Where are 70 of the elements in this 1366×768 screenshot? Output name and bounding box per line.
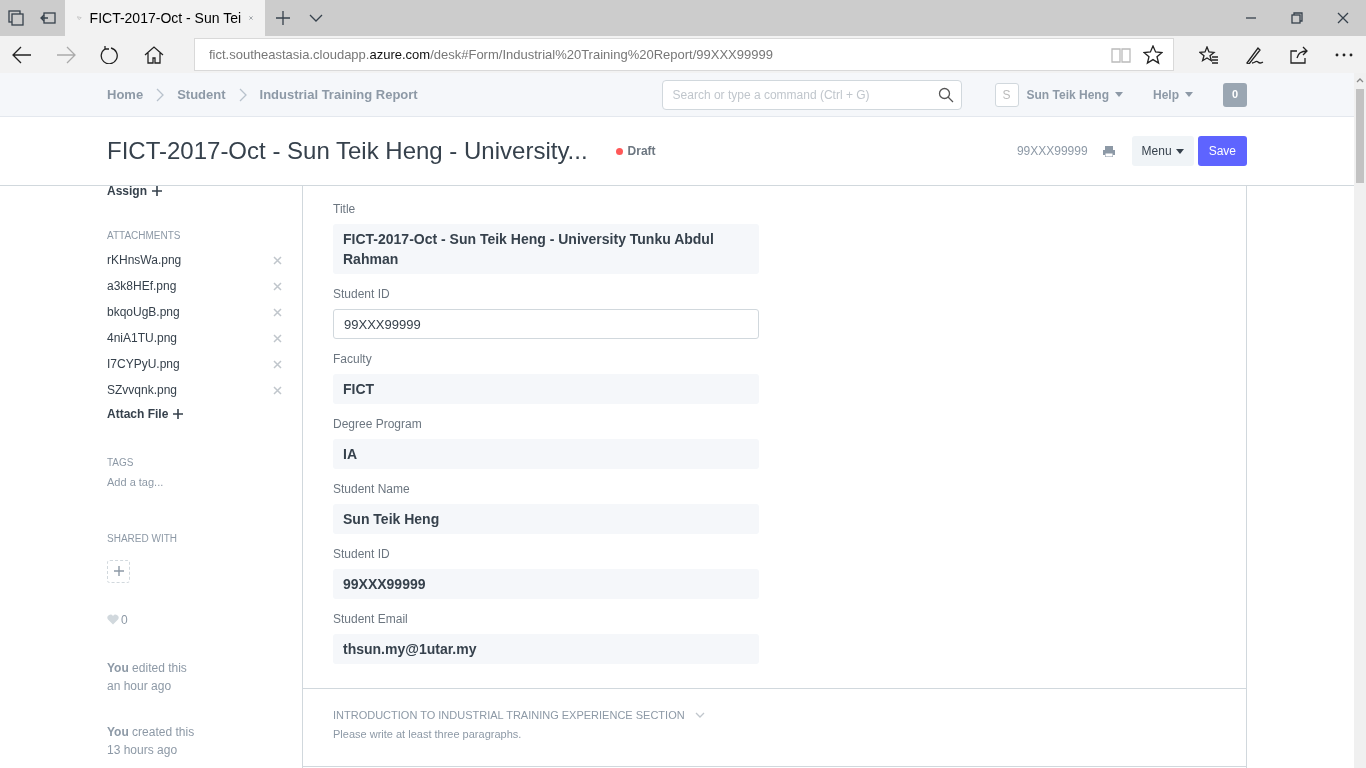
set-aside-tabs-icon[interactable] — [40, 11, 56, 25]
favorites-list-icon[interactable] — [1198, 45, 1219, 64]
plus-icon — [152, 186, 162, 196]
section-heading: ATTACHMENTS — [107, 229, 182, 243]
url-text: fict.southeastasia.cloudapp.azure.com/desk#Form/Industrial%20Training%20Report/99XXX99999 — [209, 45, 774, 64]
back-icon[interactable] — [12, 45, 32, 64]
field-label: Degree Program — [333, 416, 423, 433]
home-icon[interactable] — [144, 45, 164, 64]
refresh-icon[interactable] — [100, 45, 120, 64]
scroll-up-icon[interactable] — [1356, 77, 1364, 83]
attach-file-link[interactable]: Attach File — [107, 405, 184, 423]
field-label: Student Email — [333, 611, 409, 628]
share-add-button[interactable] — [107, 559, 130, 583]
search-icon[interactable] — [937, 86, 954, 103]
section-heading: SHARED WITH — [107, 531, 178, 546]
caret-icon — [1175, 148, 1184, 154]
attachment-link[interactable]: bkqoUgB.png — [107, 303, 180, 321]
chevron-right-icon — [156, 87, 165, 102]
close-icon[interactable] — [1337, 12, 1349, 24]
share-icon[interactable] — [1288, 45, 1309, 64]
attachment-link[interactable]: a3k8HEf.png — [107, 277, 177, 295]
status-label: Draft — [627, 143, 656, 160]
chevron-down-icon[interactable] — [309, 14, 323, 22]
field-value: Sun Teik Heng — [333, 504, 759, 534]
field-label: Student ID — [333, 546, 391, 563]
attachment-link[interactable]: rKHnsWa.png — [107, 251, 182, 269]
field-label: Student Name — [333, 481, 411, 498]
caret-icon — [1185, 92, 1193, 97]
field-value: 99XXX99999 — [333, 569, 759, 599]
field-value: thsun.my@1utar.my — [333, 634, 759, 664]
page-title: FICT-2017-Oct - Sun Teik Heng - University... — [107, 136, 588, 166]
assign-link[interactable]: Assign — [107, 186, 162, 200]
reading-view-icon[interactable] — [1111, 46, 1131, 63]
field-label: Faculty — [333, 351, 373, 368]
restore-icon[interactable] — [1291, 12, 1303, 24]
chevron-right-icon — [238, 87, 247, 102]
scrollbar[interactable] — [1354, 73, 1366, 768]
caret-icon — [1115, 92, 1123, 97]
save-button[interactable]: Save — [1197, 136, 1247, 166]
search-field[interactable]: Search or type a command (Ctrl + G) — [661, 79, 962, 110]
activity-text: You created this — [107, 723, 196, 741]
field-label: Student ID — [333, 286, 391, 303]
plus-icon — [173, 409, 184, 419]
field-value: FICT — [333, 374, 759, 404]
chevron-down-icon — [694, 712, 705, 719]
menu-button[interactable]: Menu — [1131, 136, 1194, 166]
activity-time: 13 hours ago — [107, 741, 179, 759]
avatar: S — [994, 82, 1019, 107]
forward-icon[interactable] — [56, 45, 76, 64]
address-bar[interactable]: fict.southeastasia.cloudapp.azure.com/desk#Form/Industrial%20Training%20Report/99XXX99999 — [194, 38, 1174, 71]
browser-tab[interactable]: FICT-2017-Oct - Sun Tei — [65, 0, 265, 36]
tabs-icon[interactable] — [8, 10, 24, 26]
activity-text: You edited this — [107, 659, 188, 677]
section-description: Please write at least three paragraphs. — [333, 726, 523, 742]
attachment-link[interactable]: SZvvqnk.png — [107, 381, 178, 399]
field-value: IA — [333, 439, 759, 469]
like-count: 0 — [121, 611, 128, 629]
attachment-link[interactable]: I7CYPyU.png — [107, 355, 180, 373]
section-heading: TAGS — [107, 456, 135, 470]
new-tab-icon[interactable] — [276, 11, 290, 25]
input-field[interactable]: 99XXX99999 — [333, 309, 759, 339]
print-icon[interactable] — [1101, 144, 1116, 158]
attachment-link[interactable]: 4niA1TU.png — [107, 329, 178, 347]
field-value: FICT-2017-Oct - Sun Teik Heng - University Tunku Abdul Rahman — [333, 224, 759, 274]
plus-icon — [113, 566, 124, 576]
document-name: 99XXX99999 — [1016, 143, 1088, 160]
field-label: Title — [333, 201, 357, 218]
favorite-star-icon[interactable] — [1143, 44, 1163, 65]
activity-time: an hour ago — [107, 677, 173, 695]
scrollbar-thumb[interactable] — [1356, 89, 1364, 183]
